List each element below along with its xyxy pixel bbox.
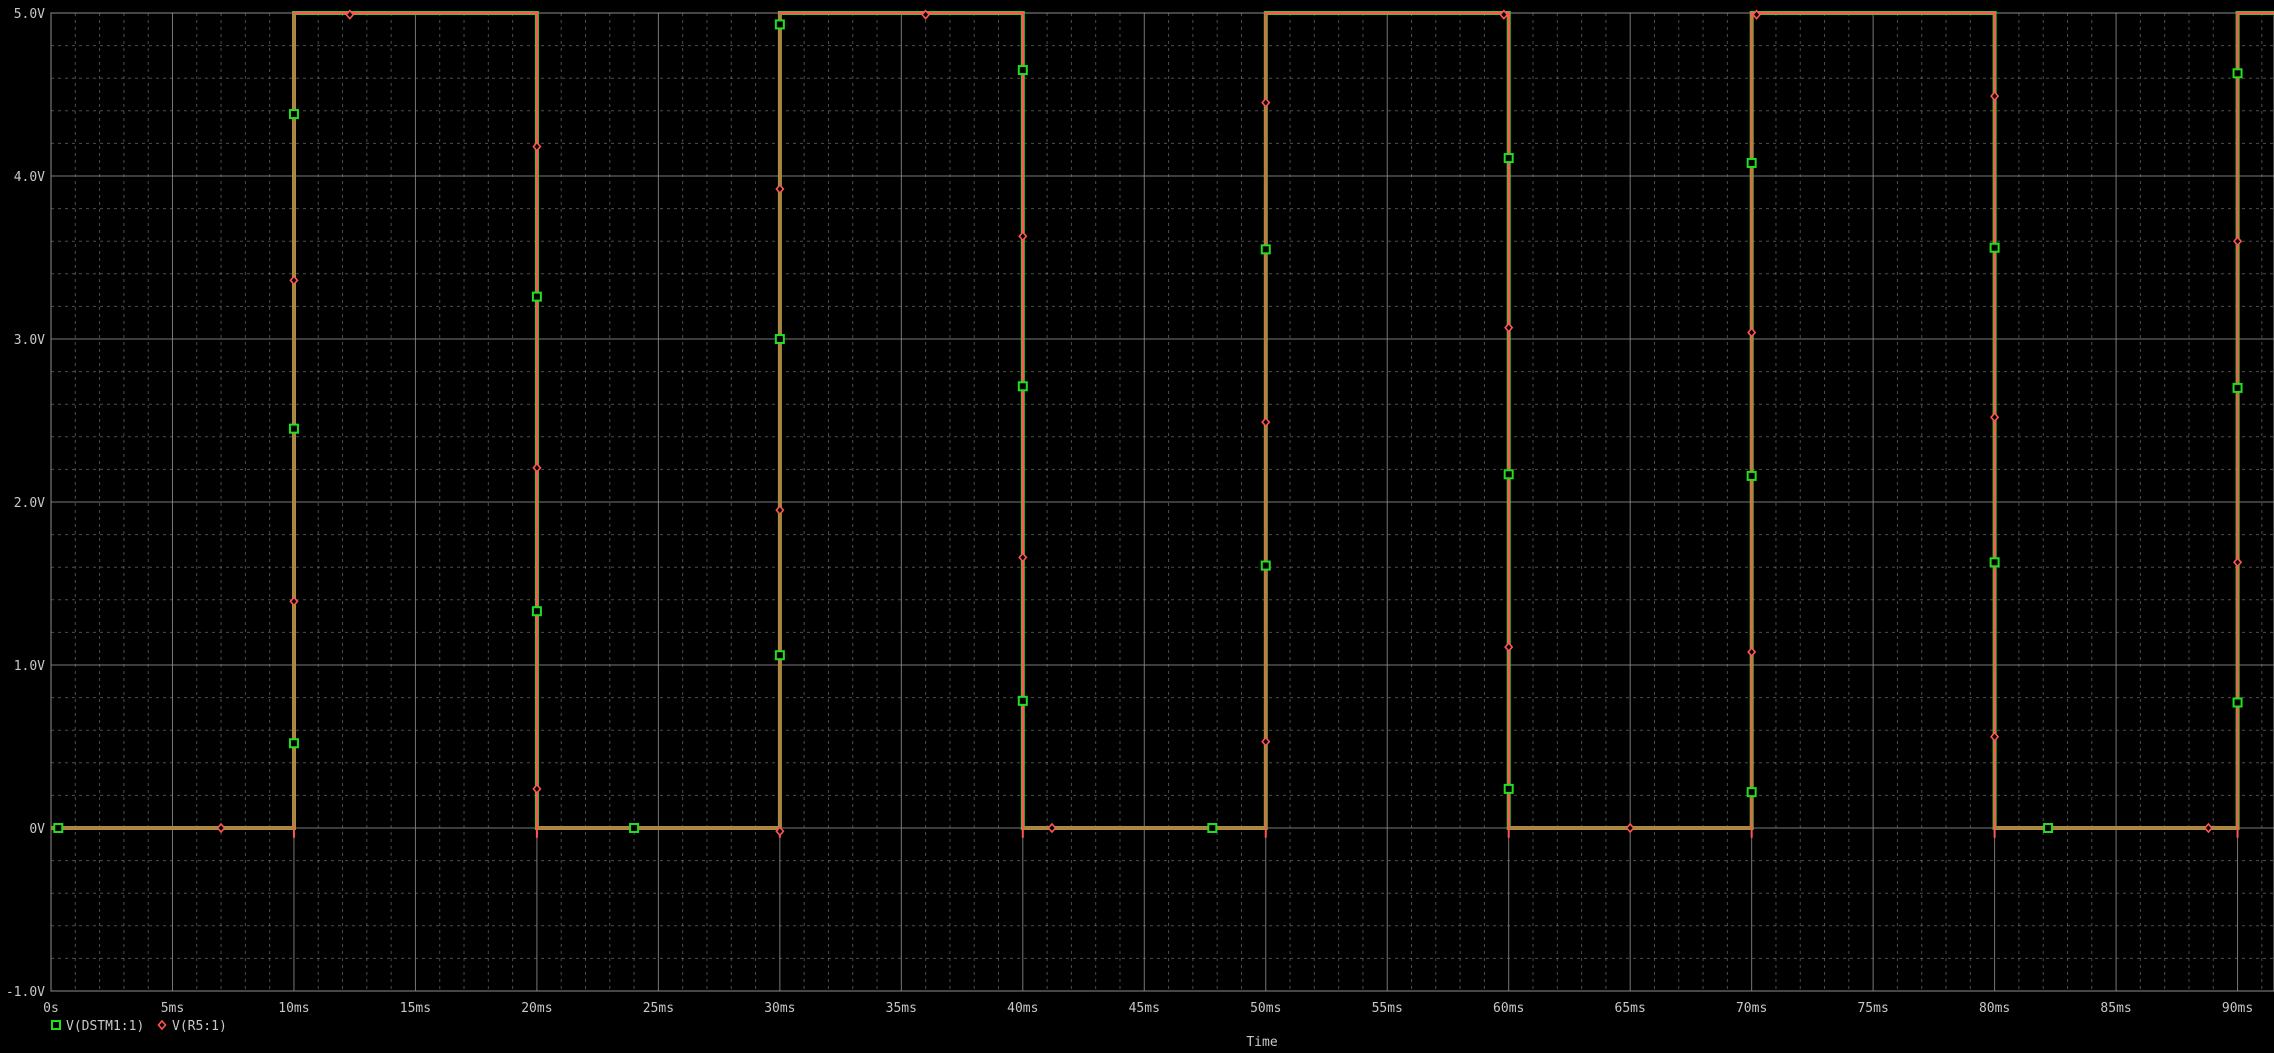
x-tick-label: 15ms xyxy=(400,1001,431,1016)
series-1-marker xyxy=(2232,68,2243,79)
series-1-marker xyxy=(629,823,640,833)
series-1-marker xyxy=(1207,823,1218,833)
series-1-marker xyxy=(1503,783,1514,794)
series-1-marker xyxy=(1746,787,1757,798)
x-tick-label: 10ms xyxy=(278,1001,309,1016)
series-1-marker xyxy=(1989,557,2000,568)
oscilloscope-plot: 0s 5ms 10ms 15ms 20ms 25ms 30ms 35ms 40ms 45ms 50m… xyxy=(0,0,2274,1053)
y-tick-label: 0V xyxy=(29,822,45,837)
y-tick-label: 3.0V xyxy=(14,333,45,348)
series-1-marker xyxy=(1260,560,1271,571)
series-1-marker xyxy=(2232,382,2243,393)
series-1-marker xyxy=(1746,157,1757,168)
series-1-marker xyxy=(1503,153,1514,164)
x-tick-label: 90ms xyxy=(2222,1001,2253,1016)
x-tick-label: 80ms xyxy=(1979,1001,2010,1016)
series-1-marker xyxy=(1260,244,1271,255)
y-tick-label: 1.0V xyxy=(14,659,45,674)
legend: V(DSTM1:1) V(R5:1) xyxy=(51,1019,227,1034)
x-axis-label: Time xyxy=(1246,1035,1277,1050)
series-1-marker xyxy=(288,423,299,434)
series-1-marker xyxy=(531,606,542,617)
legend-square-icon xyxy=(51,1020,61,1030)
x-tick-label: 45ms xyxy=(1129,1001,1160,1016)
series-1-marker xyxy=(288,738,299,749)
legend-label-2: V(R5:1) xyxy=(172,1019,227,1034)
x-tick-label: 75ms xyxy=(1857,1001,1888,1016)
x-tick-label: 0s xyxy=(43,1001,59,1016)
x-tick-label: 55ms xyxy=(1372,1001,1403,1016)
x-tick-label: 85ms xyxy=(2100,1001,2131,1016)
series-1-marker xyxy=(1503,469,1514,480)
x-tick-label: 40ms xyxy=(1007,1001,1038,1016)
series-1-marker xyxy=(1017,695,1028,706)
series-1-marker xyxy=(1746,470,1757,481)
series-1-marker xyxy=(53,823,64,833)
x-tick-label: 60ms xyxy=(1493,1001,1524,1016)
y-tick-label: -1.0V xyxy=(6,985,45,1000)
series-1-marker xyxy=(774,334,785,344)
x-tick-label: 70ms xyxy=(1736,1001,1767,1016)
series-1-marker xyxy=(774,650,785,661)
x-tick-label: 25ms xyxy=(643,1001,674,1016)
y-tick-label: 2.0V xyxy=(14,496,45,511)
series-1-marker xyxy=(288,109,299,120)
series-1-marker xyxy=(1017,65,1028,76)
series-1-marker xyxy=(1989,242,2000,253)
series-1-marker xyxy=(1017,381,1028,392)
plot-background xyxy=(0,0,2274,1053)
series-1-marker xyxy=(531,291,542,302)
x-tick-label: 30ms xyxy=(764,1001,795,1016)
legend-label-1: V(DSTM1:1) xyxy=(66,1019,144,1034)
y-tick-label: 4.0V xyxy=(14,170,45,185)
x-tick-label: 50ms xyxy=(1250,1001,1281,1016)
series-1-marker xyxy=(2043,823,2054,833)
series-1-marker xyxy=(774,19,785,30)
x-tick-label: 20ms xyxy=(521,1001,552,1016)
x-tick-label: 5ms xyxy=(161,1001,184,1016)
x-tick-label: 35ms xyxy=(886,1001,917,1016)
series-1-marker xyxy=(2232,697,2243,708)
y-tick-label: 5.0V xyxy=(14,7,45,22)
x-tick-label: 65ms xyxy=(1615,1001,1646,1016)
